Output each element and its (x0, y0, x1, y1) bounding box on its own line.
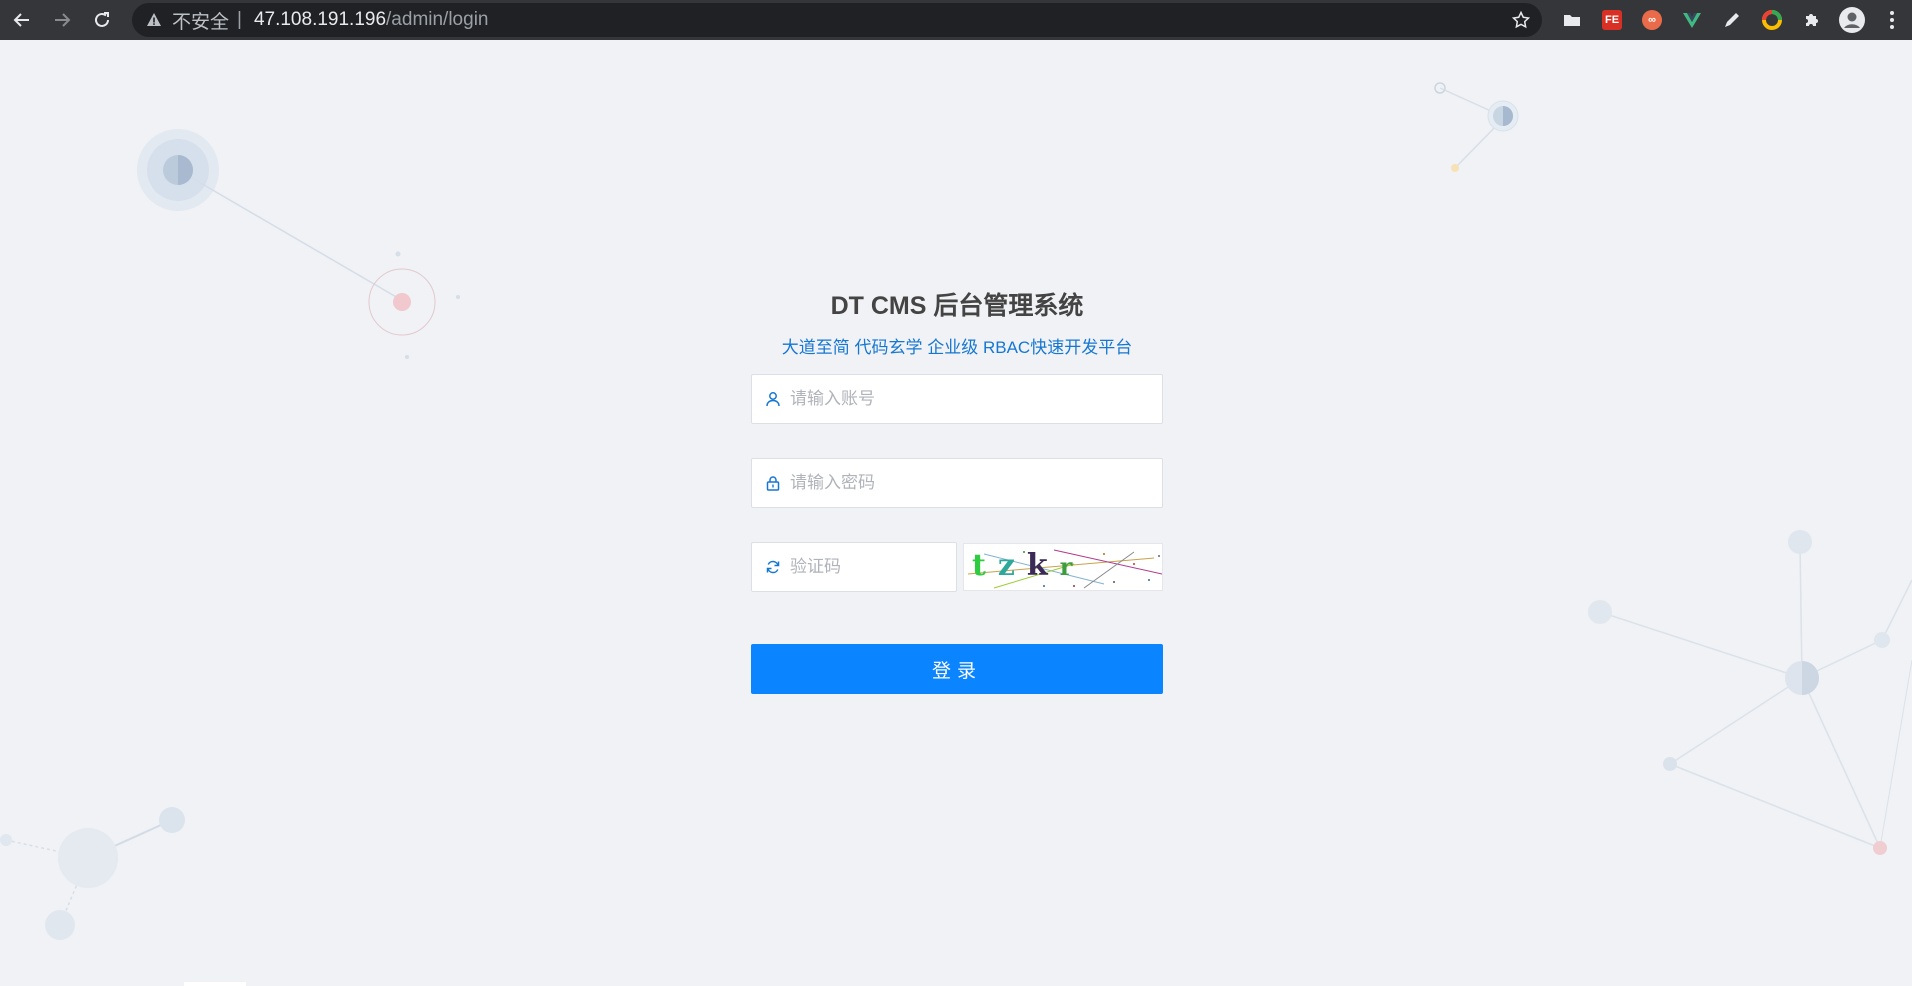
arrow-right-icon (55, 13, 71, 27)
forward-button[interactable] (44, 2, 80, 38)
extensions-menu-button[interactable] (1796, 4, 1828, 36)
pen-extension[interactable] (1716, 4, 1748, 36)
extensions-area: FE ∞ (1556, 4, 1912, 36)
page-subtitle: 大道至简 代码玄学 企业级 RBAC快速开发平台 (781, 338, 1133, 357)
color-wheel-extension[interactable] (1756, 4, 1788, 36)
fe-icon: FE (1602, 10, 1622, 30)
reload-button[interactable] (84, 2, 120, 38)
url-host: 47.108.191.196 (253, 9, 387, 30)
reload-icon (95, 12, 109, 27)
bookmark-star-icon[interactable] (1512, 11, 1530, 29)
username-field[interactable] (751, 374, 1163, 424)
captcha-char: z (997, 548, 1027, 583)
captcha-char: t (972, 548, 998, 583)
captcha-image[interactable]: tzkr (963, 543, 1163, 591)
address-bar[interactable]: 不安全 | 47.108.191.196/admin/login (132, 3, 1542, 37)
puzzle-icon (1806, 14, 1818, 26)
bottom-indicator (184, 982, 246, 986)
refresh-icon (766, 560, 780, 574)
color-wheel-icon (1762, 10, 1782, 30)
browser-toolbar: 不安全 | 47.108.191.196/admin/login FE ∞ (0, 0, 1912, 40)
folder-icon (1564, 15, 1580, 26)
password-field[interactable] (751, 458, 1163, 508)
url-path: /admin/login (386, 9, 489, 30)
login-form: DT CMS 后台管理系统 大道至简 代码玄学 企业级 RBAC快速开发平台 请… (751, 288, 1163, 694)
page-title: DT CMS 后台管理系统 (830, 292, 1084, 320)
login-page: DT CMS 后台管理系统 大道至简 代码玄学 企业级 RBAC快速开发平台 请… (0, 40, 1912, 986)
url-separator: | (237, 9, 242, 30)
kebab-menu-icon (1890, 11, 1894, 29)
captcha-char: r (1059, 552, 1085, 581)
password-input[interactable] (790, 460, 1162, 506)
captcha-text: tzkr (972, 548, 1084, 583)
captcha-row: tzkr (751, 542, 1163, 592)
browser-menu-button[interactable] (1876, 4, 1908, 36)
lock-icon (766, 476, 780, 491)
profile-button[interactable] (1836, 4, 1868, 36)
infinity-icon: ∞ (1642, 10, 1662, 30)
avatar-icon (1839, 7, 1865, 33)
user-icon (766, 392, 780, 407)
login-button[interactable]: 登录 (751, 644, 1163, 694)
folder-extension[interactable] (1556, 4, 1588, 36)
pen-icon (1725, 13, 1739, 27)
back-button[interactable] (4, 2, 40, 38)
username-input[interactable] (790, 376, 1162, 422)
captcha-field[interactable] (751, 542, 1011, 592)
vue-extension[interactable] (1676, 4, 1708, 36)
infinity-extension[interactable]: ∞ (1636, 4, 1668, 36)
vue-icon (1683, 13, 1701, 28)
captcha-char: k (1026, 548, 1060, 583)
insecure-label: 不安全 (172, 11, 230, 33)
warning-icon (147, 13, 161, 26)
arrow-left-icon (13, 13, 29, 27)
fe-extension[interactable]: FE (1596, 4, 1628, 36)
